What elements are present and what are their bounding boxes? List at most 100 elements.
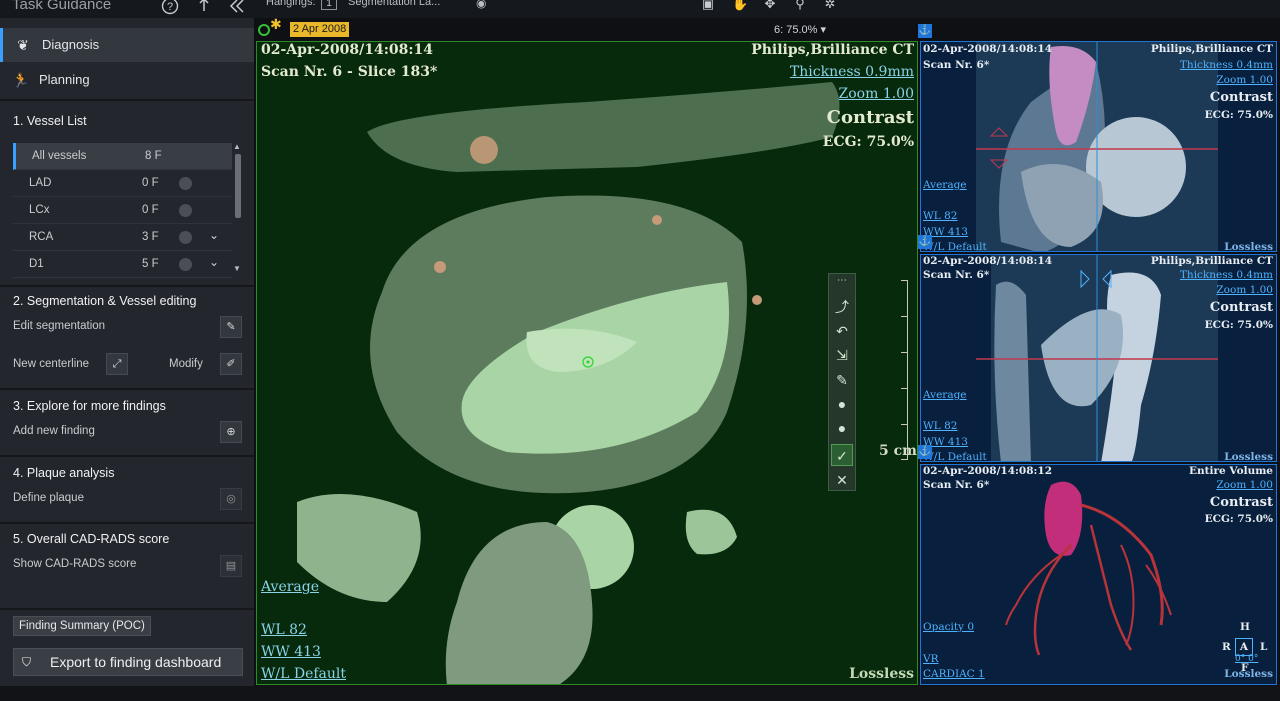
wl-default-link[interactable]: W/L Default [923,241,987,251]
nav-item-planning[interactable]: 🏃 Planning [0,63,254,97]
vessel-finding-count: 3 F [142,231,159,243]
remove-region-icon[interactable]: ● [831,393,853,415]
sagittal-view-2[interactable]: 02-Apr-2008/14:08:14 Scan Nr. 6* Philips… [920,254,1277,462]
zoom-link[interactable]: Zoom 1.00 [1216,479,1273,491]
scanner-overlay: Philips,Brilliance CT [1150,43,1273,55]
ct-axial-image [257,42,917,684]
show-cadrads-button[interactable]: ▤ [220,555,242,577]
wl-link[interactable]: WL 82 [923,210,957,222]
vessel-row-all[interactable]: All vessels 8 F [13,143,232,170]
new-centerline-button[interactable]: ⤢ [106,353,128,375]
hand-icon[interactable]: ✋ [732,0,748,12]
task-guidance-title: Task Guidance [12,0,112,13]
scale-bar [896,280,908,460]
scan-overlay: Scan Nr. 6* [923,479,990,491]
divider [0,99,254,101]
vessel-name: RCA [29,231,54,243]
wl-link[interactable]: WL 82 [261,622,307,638]
nav-item-label: Planning [39,72,90,87]
average-link[interactable]: Average [261,579,319,595]
add-finding-button[interactable]: ⊕ [220,421,242,443]
average-link[interactable]: Average [923,389,967,401]
zoom-link[interactable]: Zoom 1.00 [1216,284,1273,296]
hangings-label: Hangings: [266,0,316,8]
chevron-down-icon[interactable]: ⌄ [209,255,219,269]
lossless-overlay: Lossless [1224,451,1273,462]
ww-link[interactable]: WW 413 [261,644,321,660]
divider [0,285,254,287]
pan-icon[interactable]: ✥ [762,0,778,12]
volume-render-view[interactable]: 02-Apr-2008/14:08:12 Scan Nr. 6* Entire … [920,464,1277,685]
vessel-row-rca[interactable]: RCA 3 F ⌄ [13,224,232,251]
accept-icon[interactable]: ✓ [831,444,853,466]
grip-icon[interactable]: ⋯ [831,275,853,287]
add-seed-icon[interactable]: ⇲ [831,344,853,366]
vessel-row-lad[interactable]: LAD 0 F [13,170,232,197]
add-region-icon[interactable]: ● [831,417,853,439]
pin-icon[interactable] [195,0,213,15]
undo-icon[interactable]: ↶ [831,320,853,342]
vessel-status-dot[interactable] [179,258,192,271]
scale-label: 5 cm [879,443,917,459]
vessel-status-dot[interactable] [179,204,192,217]
export-to-dashboard-button[interactable]: ⛉ Export to finding dashboard [13,648,243,676]
vessel-list-scrollbar[interactable] [235,154,241,218]
vessel-status-dot[interactable] [179,231,192,244]
chevron-down-icon[interactable]: ⌄ [209,228,219,242]
modify-label: Modify [169,358,203,370]
axial-ct-viewport[interactable]: 02-Apr-2008/14:08:14 Scan Nr. 6 - Slice … [256,41,918,685]
task-guidance-sidebar: ❦ Diagnosis 🏃 Planning 1. Vessel List Al… [0,18,254,686]
target-icon[interactable] [258,24,270,36]
lossless-overlay: Lossless [1224,241,1273,252]
edit-segmentation-button[interactable]: ✎ [220,316,242,338]
anchor-icon[interactable]: ⚓ [918,445,932,459]
date-time-overlay: 02-Apr-2008/14:08:12 [923,465,1052,477]
nav-item-diagnosis[interactable]: ❦ Diagnosis [0,28,254,62]
vessel-row-d1[interactable]: D1 5 F ⌄ [13,251,232,278]
vessel-name: LCx [29,204,50,216]
vessel-status-dot[interactable] [179,177,192,190]
close-icon[interactable]: ✕ [831,469,853,491]
pipette-icon[interactable]: ✎ [831,369,853,391]
zoom-icon[interactable]: ⚲ [792,0,808,12]
hangings-selector[interactable]: 1 [321,0,337,10]
zoom-link[interactable]: Zoom 1.00 [839,86,914,102]
double-chevron-left-icon[interactable] [228,0,246,15]
zoom-dropdown[interactable]: 6: 75.0% ▾ [774,23,826,36]
vessel-row-lcx[interactable]: LCx 0 F [13,197,232,224]
scroll-down-arrow[interactable]: ▼ [233,264,241,273]
wl-link[interactable]: WL 82 [923,420,957,432]
anchor-icon[interactable]: ⚓ [918,24,932,38]
wl-default-link[interactable]: W/L Default [923,451,987,461]
wl-default-link[interactable]: W/L Default [261,666,346,682]
lossless-overlay: Lossless [849,666,914,682]
finding-summary-button[interactable]: Finding Summary (POC) [13,616,151,636]
vessel-finding-count: 5 F [142,258,159,270]
sagittal-view-1[interactable]: 02-Apr-2008/14:08:14 Scan Nr. 6* Philips… [920,41,1277,252]
layout-icon[interactable]: ▣ [700,0,716,12]
lossless-overlay: Lossless [1224,668,1273,680]
eye-icon[interactable]: ◉ [476,0,486,10]
opacity-link[interactable]: Opacity 0 [923,621,974,633]
orientation-r: R [1222,641,1231,653]
question-circle-icon[interactable]: ? [161,0,179,15]
thickness-link[interactable]: Thickness 0.9mm [790,64,914,80]
date-time-overlay: 02-Apr-2008/14:08:14 [261,42,433,58]
average-link[interactable]: Average [923,179,967,191]
add-branch-icon[interactable]: ⤴ [831,296,853,318]
modify-centerline-button[interactable]: ✐ [220,353,242,375]
settings-icon[interactable]: ✲ [822,0,838,12]
vr-link[interactable]: VR [923,653,939,665]
thickness-link[interactable]: Thickness 0.4mm [1180,59,1273,71]
segmentation-layer-dropdown[interactable]: Segmentation La... [348,0,440,8]
define-plaque-button[interactable]: ◎ [220,488,242,510]
thickness-link[interactable]: Thickness 0.4mm [1180,269,1273,281]
vessel-name: D1 [29,258,44,270]
ecg-overlay: ECG: 75.0% [1204,513,1273,525]
contrast-overlay: Contrast [1209,495,1273,510]
anchor-icon[interactable]: ⚓ [918,235,932,249]
scroll-up-arrow[interactable]: ▲ [233,142,241,151]
zoom-link[interactable]: Zoom 1.00 [1216,74,1273,86]
cardiac-preset-link[interactable]: CARDIAC 1 [923,668,985,680]
vessel-name: All vessels [32,150,87,162]
